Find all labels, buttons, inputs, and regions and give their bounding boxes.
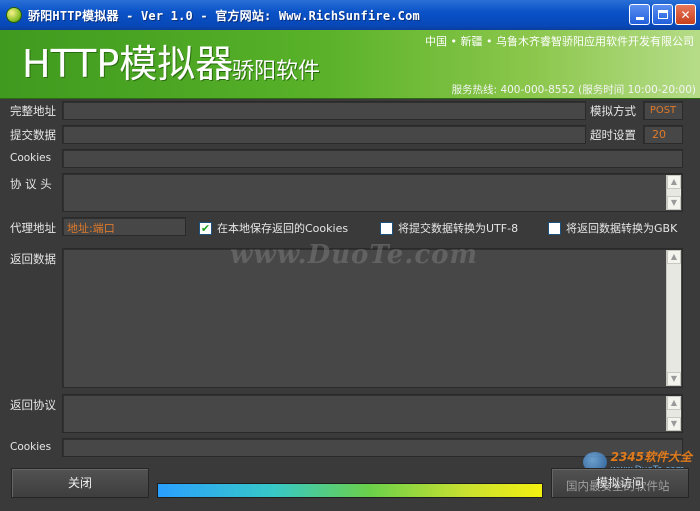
- banner-subtitle: 骄阳软件: [232, 59, 321, 84]
- close-icon: ✕: [680, 7, 691, 22]
- scroll-down-icon[interactable]: ▼: [667, 372, 681, 386]
- save-cookies-checkbox[interactable]: ✔: [199, 221, 212, 235]
- scroll-down-icon[interactable]: ▼: [667, 196, 681, 210]
- response-headers-label: 返回协议: [10, 398, 56, 412]
- timeout-input[interactable]: 20: [643, 125, 683, 144]
- progress-fill: [158, 484, 542, 497]
- scroll-up-icon[interactable]: ▲: [667, 396, 681, 410]
- window-title: 骄阳HTTP模拟器 - Ver 1.0 - 官方网站: Www.RichSunf…: [28, 8, 420, 23]
- url-input[interactable]: [62, 101, 586, 120]
- service-hotline: 服务热线: 400-000-8552 (服务时间 10:00-20:00): [451, 84, 696, 96]
- gbk-checkbox[interactable]: [548, 221, 561, 235]
- company-name: 中国 • 新疆 • 乌鲁木齐睿智骄阳应用软件开发有限公司: [425, 35, 694, 48]
- response-scrollbar[interactable]: ▲ ▼: [666, 250, 681, 386]
- cookies-label: Cookies: [10, 152, 52, 164]
- utf8-label: 将提交数据转换为UTF-8: [398, 222, 519, 235]
- headers-textarea[interactable]: ▲ ▼: [62, 173, 683, 212]
- utf8-checkbox-row[interactable]: 将提交数据转换为UTF-8: [380, 220, 518, 236]
- timeout-label: 超时设置: [590, 128, 636, 142]
- post-data-input[interactable]: [62, 125, 586, 144]
- method-select[interactable]: POST: [643, 101, 683, 120]
- app-icon: [6, 7, 22, 23]
- scroll-up-icon[interactable]: ▲: [667, 250, 681, 264]
- progress-bar: [157, 483, 543, 498]
- maximize-icon: [657, 10, 668, 19]
- response-headers-scrollbar[interactable]: ▲ ▼: [666, 396, 681, 431]
- post-data-label: 提交数据: [10, 128, 56, 142]
- proxy-input[interactable]: 地址:端口: [62, 217, 186, 236]
- url-label: 完整地址: [10, 104, 56, 118]
- window-controls: ✕: [629, 4, 696, 25]
- watermark-logo-text: 2345软件大全: [610, 450, 692, 464]
- gbk-label: 将返回数据转换为GBK: [566, 222, 678, 235]
- header-banner: HTTP模拟器 骄阳软件 中国 • 新疆 • 乌鲁木齐睿智骄阳应用软件开发有限公…: [0, 30, 700, 99]
- bottom-watermark: 国内最安全的软件站: [566, 479, 670, 493]
- close-button[interactable]: 关闭: [11, 468, 149, 498]
- scroll-up-icon[interactable]: ▲: [667, 175, 681, 189]
- response-label: 返回数据: [10, 252, 56, 266]
- method-label: 模拟方式: [590, 104, 636, 118]
- headers-label: 协 议 头: [10, 177, 52, 191]
- close-window-button[interactable]: ✕: [675, 4, 696, 25]
- response-headers-textarea[interactable]: ▲ ▼: [62, 394, 683, 433]
- save-cookies-checkbox-row[interactable]: ✔ 在本地保存返回的Cookies: [199, 220, 348, 236]
- save-cookies-label: 在本地保存返回的Cookies: [217, 222, 349, 235]
- title-bar[interactable]: 骄阳HTTP模拟器 - Ver 1.0 - 官方网站: Www.RichSunf…: [0, 0, 700, 30]
- utf8-checkbox[interactable]: [380, 221, 393, 235]
- banner-title: HTTP模拟器: [22, 42, 234, 86]
- duote-watermark: www.DuoTe.com: [230, 240, 479, 270]
- minimize-icon: [635, 17, 644, 20]
- headers-scrollbar[interactable]: ▲ ▼: [666, 175, 681, 210]
- gbk-checkbox-row[interactable]: 将返回数据转换为GBK: [548, 220, 677, 236]
- response-cookies-label: Cookies: [10, 441, 52, 453]
- minimize-button[interactable]: [629, 4, 650, 25]
- checkmark-icon: ✔: [200, 221, 211, 235]
- maximize-button[interactable]: [652, 4, 673, 25]
- scroll-down-icon[interactable]: ▼: [667, 417, 681, 431]
- proxy-label: 代理地址: [10, 221, 56, 235]
- cookies-input[interactable]: [62, 149, 683, 168]
